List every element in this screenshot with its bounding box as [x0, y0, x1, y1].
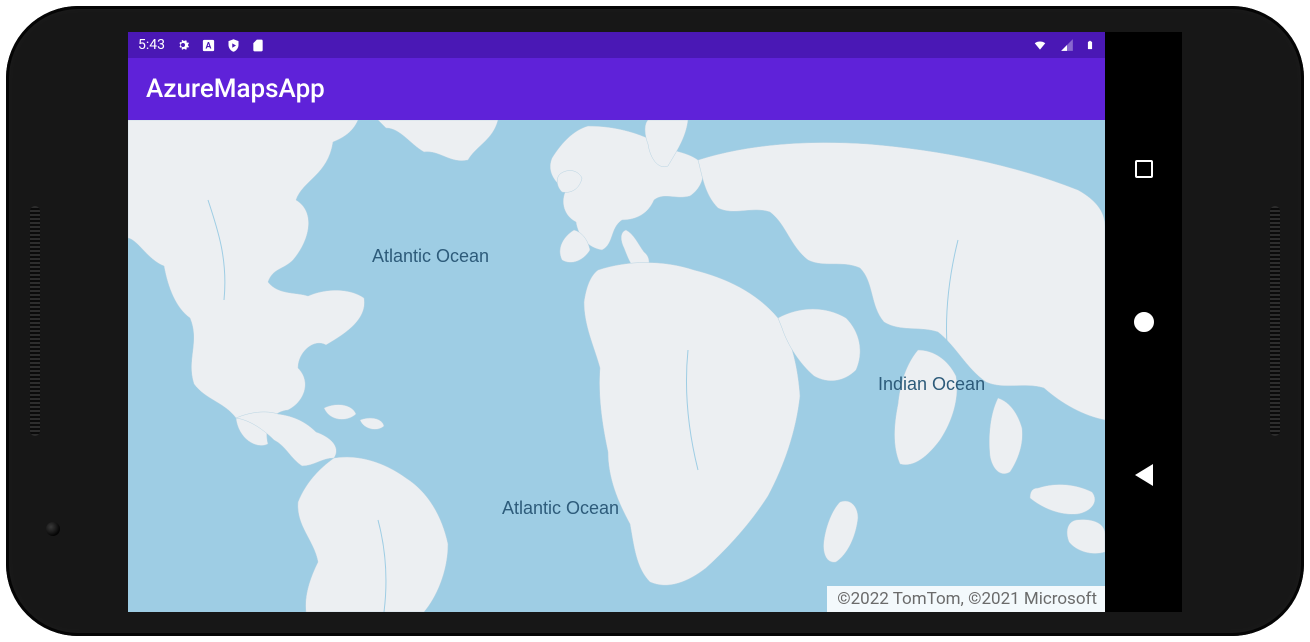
- app-a-icon: A: [201, 38, 216, 53]
- device-screen: 5:43 A: [128, 32, 1182, 612]
- svg-text:A: A: [206, 41, 212, 51]
- speaker-right: [1270, 206, 1280, 436]
- map-attribution: ©2022 TomTom, ©2021 Microsoft: [827, 586, 1105, 612]
- sd-card-icon: [251, 38, 265, 53]
- map-view[interactable]: Atlantic Ocean Atlantic Ocean Indian Oce…: [128, 120, 1105, 612]
- circle-icon: [1134, 312, 1154, 332]
- app-title: AzureMapsApp: [146, 74, 325, 104]
- square-icon: [1135, 160, 1153, 178]
- settings-icon: [175, 37, 191, 53]
- app-bar: AzureMapsApp: [128, 58, 1105, 120]
- home-button[interactable]: [1129, 307, 1159, 337]
- wifi-icon: [1031, 38, 1049, 52]
- world-map-svg: [128, 120, 1105, 612]
- status-time: 5:43: [138, 37, 165, 53]
- cell-signal-icon: [1059, 38, 1075, 52]
- android-nav-bar: [1105, 32, 1182, 612]
- battery-icon: [1085, 37, 1095, 53]
- shield-play-icon: [226, 38, 241, 53]
- screen-content: 5:43 A: [128, 32, 1105, 612]
- speaker-left: [30, 206, 40, 436]
- recents-button[interactable]: [1129, 154, 1159, 184]
- camera-dot: [46, 522, 60, 536]
- back-button[interactable]: [1129, 460, 1159, 490]
- triangle-icon: [1135, 464, 1153, 486]
- status-bar: 5:43 A: [128, 32, 1105, 58]
- phone-frame: 5:43 A: [6, 6, 1304, 636]
